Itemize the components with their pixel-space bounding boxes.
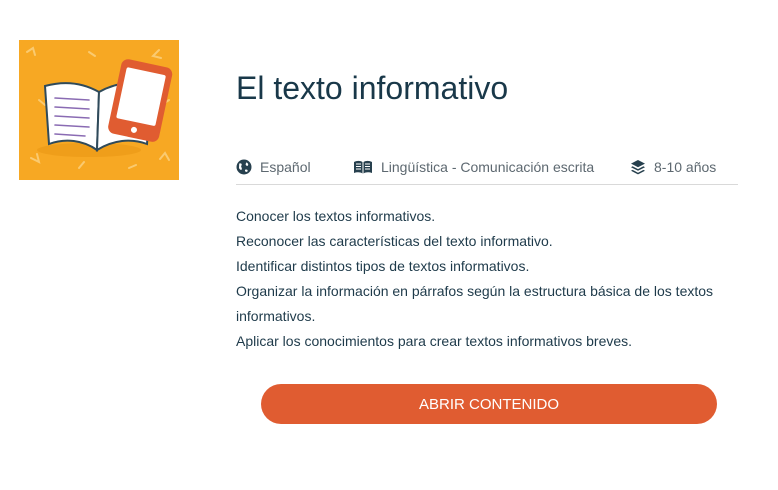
meta-language-label: Español bbox=[260, 159, 311, 175]
objective-item: Aplicar los conocimientos para crear tex… bbox=[236, 333, 633, 349]
open-content-button[interactable]: ABRIR CONTENIDO bbox=[261, 384, 717, 424]
book-tablet-illustration bbox=[26, 46, 173, 169]
meta-language: Español bbox=[236, 156, 311, 178]
meta-level: 8-10 años bbox=[630, 156, 716, 178]
meta-level-label: 8-10 años bbox=[654, 159, 717, 175]
globe-icon bbox=[236, 159, 252, 175]
objective-item: Organizar la información en párrafos seg… bbox=[236, 283, 714, 324]
open-book-icon bbox=[354, 160, 372, 174]
course-meta-bar: Español Lingüística - Comunicación escri… bbox=[236, 156, 738, 185]
objective-item: Conocer los textos informativos. bbox=[236, 208, 436, 224]
objective-item: Reconocer las características del texto … bbox=[236, 233, 553, 249]
learning-objectives: Conocer los textos informativos. Reconoc… bbox=[236, 204, 736, 354]
meta-subject: Lingüística - Comunicación escrita bbox=[353, 156, 594, 178]
objective-item: Identificar distintos tipos de textos in… bbox=[236, 258, 530, 274]
course-thumbnail bbox=[19, 40, 179, 180]
meta-subject-label: Lingüística - Comunicación escrita bbox=[381, 159, 595, 175]
course-title: El texto informativo bbox=[236, 70, 509, 106]
layers-icon bbox=[631, 160, 645, 175]
